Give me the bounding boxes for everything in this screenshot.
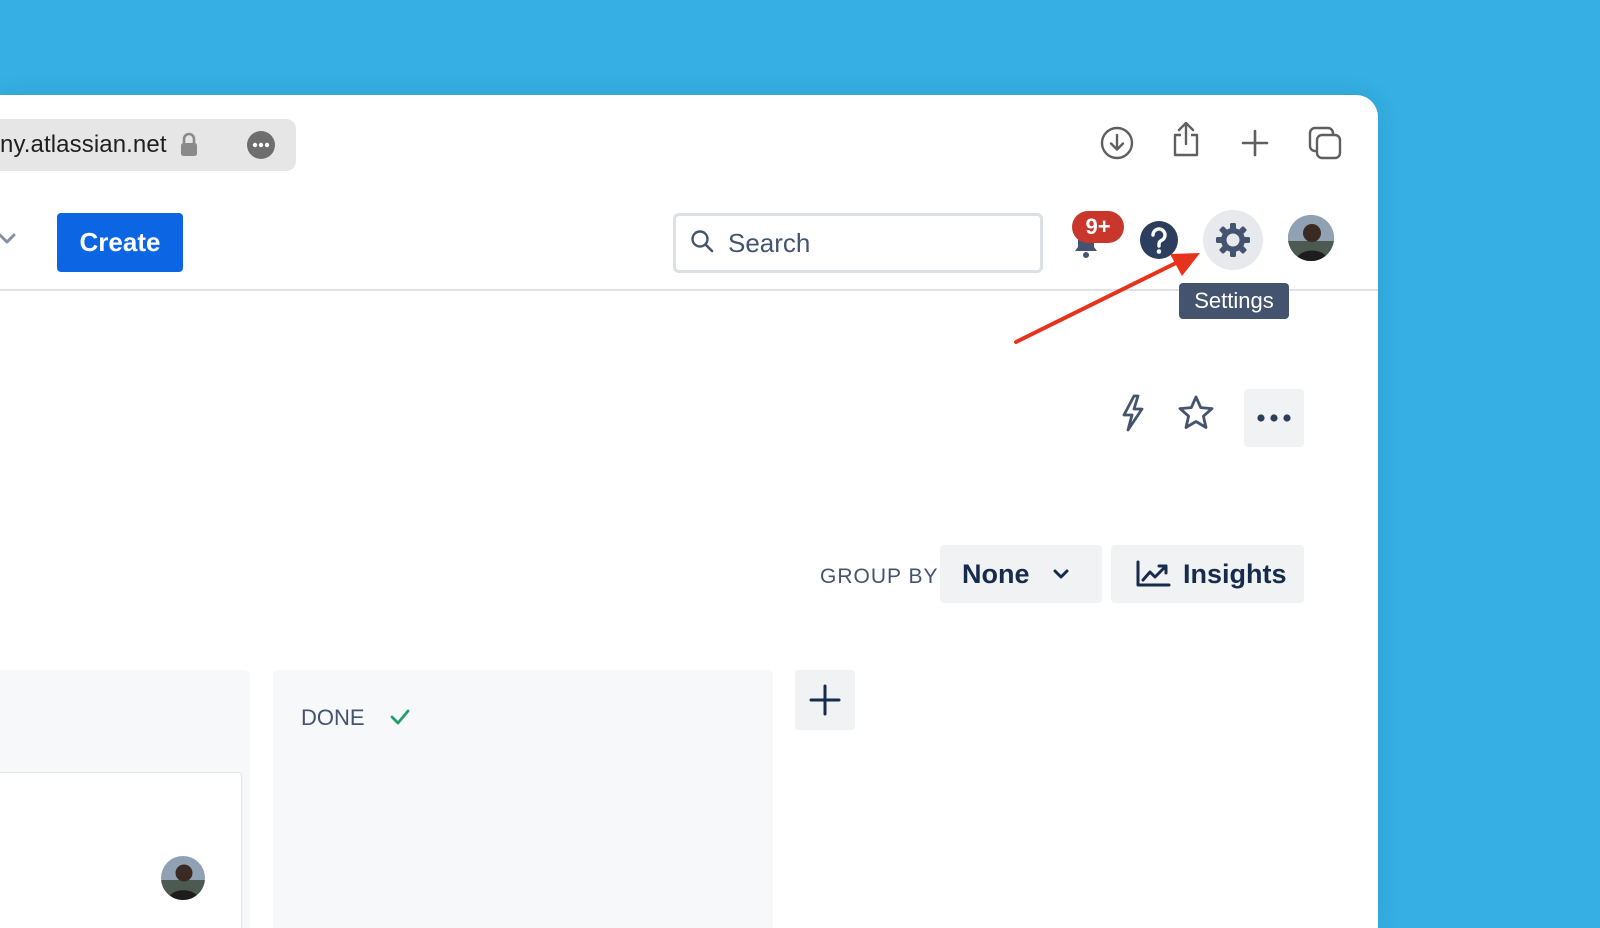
more-icon	[1257, 414, 1291, 422]
group-by-dropdown[interactable]: None	[940, 545, 1102, 603]
url-text: ny.atlassian.net	[0, 131, 167, 158]
search-icon	[690, 229, 714, 258]
share-icon[interactable]	[1168, 121, 1204, 157]
insights-chart-icon	[1136, 560, 1171, 587]
lock-icon	[179, 132, 199, 158]
add-column-button[interactable]	[795, 670, 855, 730]
address-bar[interactable]: ny.atlassian.net	[0, 119, 296, 171]
more-actions-button[interactable]	[1244, 389, 1304, 447]
assignee-avatar[interactable]	[161, 856, 205, 900]
column-title: DONE	[301, 705, 365, 730]
tab-overview-icon[interactable]	[1307, 125, 1343, 161]
chevron-down-icon	[1053, 569, 1068, 579]
new-tab-icon[interactable]	[1237, 125, 1273, 161]
insights-label: Insights	[1183, 558, 1287, 589]
issue-card[interactable]	[0, 772, 242, 928]
automation-icon[interactable]	[1114, 393, 1150, 433]
search-input[interactable]	[728, 227, 1008, 259]
page-menu-icon[interactable]	[246, 130, 276, 160]
insights-button[interactable]: Insights	[1111, 545, 1304, 603]
board-column-done: DONE	[273, 670, 773, 928]
star-icon[interactable]	[1176, 393, 1216, 433]
plus-icon	[809, 684, 841, 716]
profile-avatar[interactable]	[1288, 215, 1334, 261]
chevron-down-icon[interactable]	[0, 227, 18, 249]
group-by-label: GROUP BY	[820, 565, 939, 588]
browser-window: ny.atlassian.net Create Search 9+ Settin…	[0, 95, 1378, 928]
group-by-value: None	[962, 558, 1030, 589]
settings-button[interactable]	[1203, 210, 1263, 270]
notification-badge: 9+	[1072, 211, 1124, 243]
search-field[interactable]	[673, 213, 1043, 273]
annotation-arrow	[1014, 253, 1200, 344]
checkmark-icon	[390, 709, 410, 725]
downloads-icon[interactable]	[1099, 125, 1135, 161]
create-button[interactable]: Create	[57, 213, 183, 272]
gear-icon	[1216, 223, 1250, 257]
